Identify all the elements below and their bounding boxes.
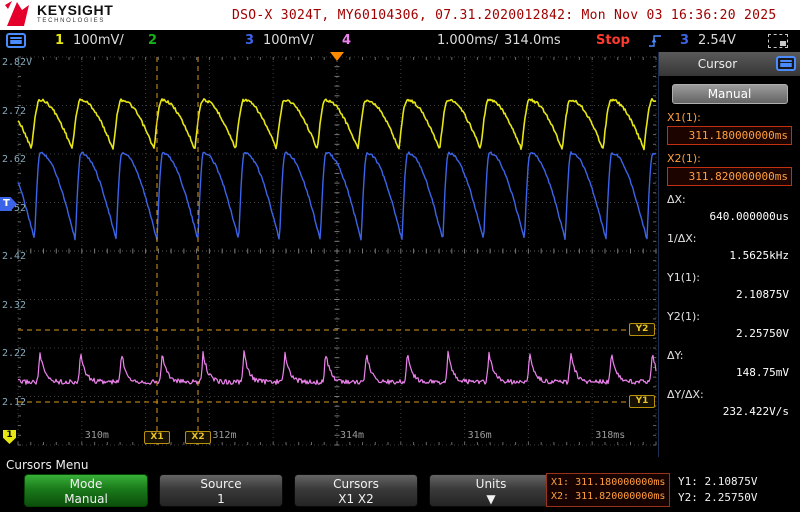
panel-title: Cursor [697, 57, 738, 71]
channel4-button[interactable]: 4 [342, 30, 351, 52]
measurement-value: 640.000000us [709, 210, 789, 223]
x1-readout: X1: 311.180000000ms [551, 477, 666, 488]
channel2-button[interactable]: 2 [148, 30, 157, 52]
measurement-value: 232.422V/s [722, 405, 789, 418]
softkey-source[interactable]: Source 1 [159, 474, 283, 507]
cursor-x1-tag[interactable]: X1 [144, 431, 170, 444]
cursor-x2-tag[interactable]: X2 [185, 431, 211, 444]
time-label: 310m [84, 430, 109, 441]
panel-menu-icon[interactable] [776, 56, 796, 71]
softkey-value: X1 X2 [338, 491, 374, 506]
softkey-menu: Cursors Menu Mode Manual Source 1 Cursors X1 … [0, 457, 800, 512]
measurement-row: ΔX: 640.000000us [667, 193, 792, 225]
trigger-source[interactable]: 3 [680, 30, 689, 52]
voltage-label: 2.42 [2, 251, 27, 262]
time-label: 312m [212, 430, 237, 441]
measurement-value: 148.75mV [736, 366, 789, 379]
channel1-scale[interactable]: 100mV/ [73, 30, 124, 52]
status-bar: 1 100mV/ 2 3 100mV/ 4 1.000ms/ 314.0ms S… [0, 30, 800, 52]
softkey-value: Manual [64, 491, 108, 506]
timebase-delay[interactable]: 314.0ms [504, 30, 561, 52]
measurement-value: 311.180000000ms [667, 126, 792, 145]
measurement-row: Y1(1): 2.10875V [667, 271, 792, 303]
time-label: 314m [340, 430, 365, 441]
y1-readout: Y1: 2.10875V [678, 475, 758, 488]
voltage-label: 2.22 [2, 348, 27, 359]
voltage-label: 2.72 [2, 105, 27, 117]
softkey-title: Source [200, 476, 242, 491]
cursor-mode-button[interactable]: Manual [671, 84, 788, 104]
trigger-position-marker[interactable] [330, 52, 344, 61]
voltage-label: 2.62 [2, 154, 27, 165]
voltage-label: 2.32 [2, 299, 27, 311]
instrument-title: DSO-X 3024T, MY60104306, 07.31.202001284… [232, 8, 777, 23]
measurement-row: X1(1): 311.180000000ms [667, 111, 792, 145]
measurement-value: 311.820000000ms [667, 167, 792, 186]
softkey-mode[interactable]: Mode Manual [24, 474, 148, 507]
channel1-button[interactable]: 1 [55, 30, 64, 52]
panel-header: Cursor [659, 52, 800, 76]
keysight-logo-icon [5, 1, 29, 26]
measurement-label: Y2(1): [667, 310, 701, 323]
menu-icon[interactable] [6, 33, 26, 48]
timebase-scale[interactable]: 1.000ms/ [437, 30, 498, 52]
measurement-row: X2(1): 311.820000000ms [667, 152, 792, 186]
time-label: 316m [467, 430, 492, 441]
measurement-label: ΔX: [667, 193, 686, 206]
x2-readout: X2: 311.820000000ms [551, 491, 666, 502]
main-area: 2.82V 2.72 2.62 2.52 2.42 2.32 2.22 2.12 310m 31… [0, 52, 800, 457]
measurement-label: 1/ΔX: [667, 232, 697, 245]
measurement-row: Y2(1): 2.25750V [667, 310, 792, 342]
keysight-logo: KEYSIGHT TECHNOLOGIES [5, 1, 113, 27]
waveform-canvas [17, 56, 657, 446]
brand-name: KEYSIGHT [37, 2, 114, 18]
softkey-cursors[interactable]: Cursors X1 X2 [294, 474, 418, 507]
channel3-button[interactable]: 3 [245, 30, 254, 52]
measurement-label: ΔY/ΔX: [667, 388, 704, 401]
softkey-title: Cursors [333, 476, 379, 491]
cursor-panel: Cursor Manual X1(1): 311.180000000ms X2(1)… [658, 52, 800, 457]
screenshot-icon[interactable] [768, 34, 788, 48]
dropdown-arrow-icon: ▼ [486, 491, 496, 506]
cursor-y2-tag[interactable]: Y2 [629, 323, 655, 336]
oscilloscope-screen: KEYSIGHT TECHNOLOGIES DSO-X 3024T, MY601… [0, 0, 800, 512]
cursor-x-readout: X1: 311.180000000ms X2: 311.820000000ms [546, 473, 671, 507]
waveform-display[interactable]: 2.82V 2.72 2.62 2.52 2.42 2.32 2.22 2.12 310m 31… [0, 52, 658, 457]
measurement-value: 2.25750V [736, 327, 789, 340]
cursor-y1-tag[interactable]: Y1 [629, 395, 655, 408]
cursor-y-readout: Y1: 2.10875V Y2: 2.25750V [678, 474, 757, 506]
measurement-value: 1.5625kHz [729, 249, 789, 262]
run-state-badge[interactable]: Stop [596, 30, 630, 52]
measurement-label: X2(1): [667, 152, 701, 165]
channel3-scale[interactable]: 100mV/ [263, 30, 314, 52]
measurement-list: X1(1): 311.180000000ms X2(1): 311.820000000… [659, 111, 800, 420]
softkey-units[interactable]: Units ▼ [429, 474, 553, 507]
measurement-value: 2.10875V [736, 288, 789, 301]
softkey-title: Mode [69, 476, 103, 491]
time-label: 318ms [595, 430, 626, 441]
voltage-label: 2.82V [2, 57, 33, 68]
top-bar: KEYSIGHT TECHNOLOGIES DSO-X 3024T, MY601… [0, 0, 800, 30]
brand-subtitle: TECHNOLOGIES [37, 18, 106, 24]
voltage-label: 2.12 [2, 396, 27, 408]
y2-readout: Y2: 2.25750V [678, 491, 758, 504]
measurement-row: ΔY/ΔX: 232.422V/s [667, 388, 792, 420]
menu-title: Cursors Menu [6, 458, 89, 472]
softkey-title: Units [475, 476, 507, 491]
measurement-label: ΔY: [667, 349, 684, 362]
measurement-label: X1(1): [667, 111, 701, 124]
softkey-value: 1 [217, 491, 225, 506]
measurement-row: 1/ΔX: 1.5625kHz [667, 232, 792, 264]
brand-text: KEYSIGHT TECHNOLOGIES [37, 3, 113, 25]
measurement-row: ΔY: 148.75mV [667, 349, 792, 381]
measurement-label: Y1(1): [667, 271, 701, 284]
trigger-slope-icon [649, 35, 661, 47]
trigger-level[interactable]: 2.54V [698, 30, 736, 52]
